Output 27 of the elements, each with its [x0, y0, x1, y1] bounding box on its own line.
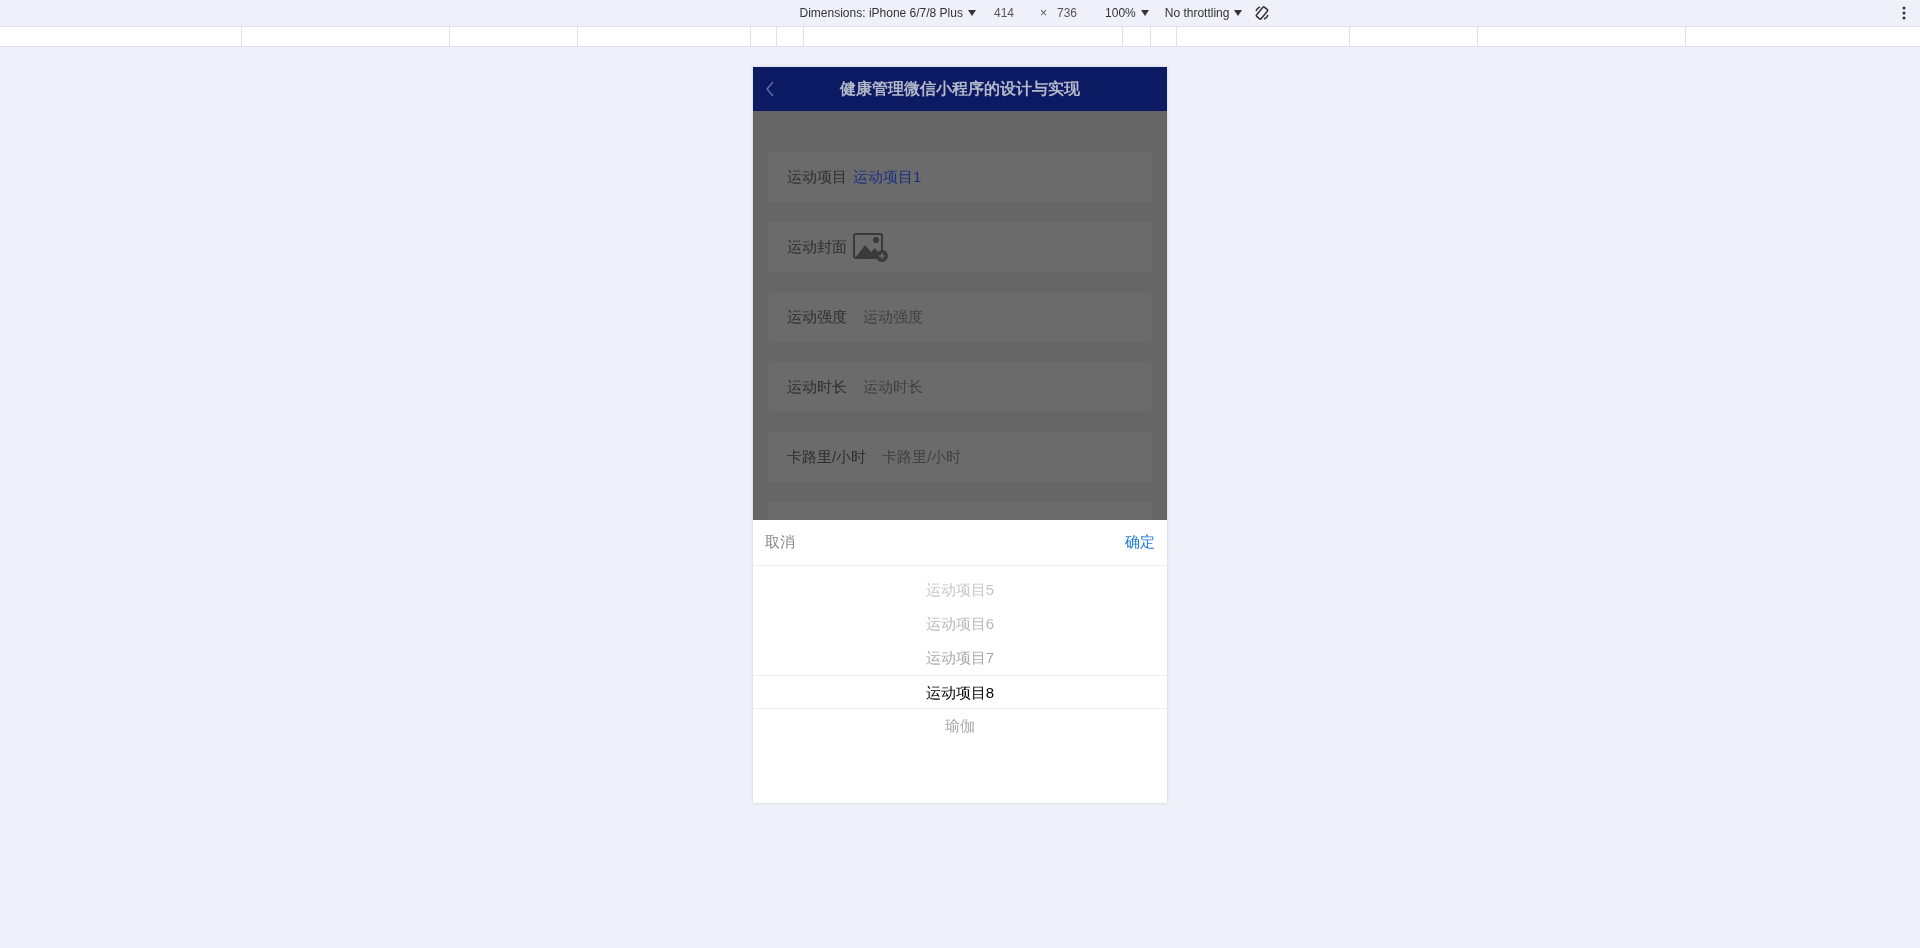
rotate-icon[interactable] [1254, 5, 1271, 21]
field-label: 卡路里/小时 [787, 447, 867, 467]
caret-icon [1234, 10, 1243, 16]
field-label: 运动时长 [787, 377, 847, 397]
field-label: 运动封面 [787, 237, 847, 257]
device-dropdown[interactable]: Dimensions: iPhone 6/7/8 Plus [799, 6, 976, 20]
height-field[interactable]: 736 [1057, 6, 1078, 20]
picker-option[interactable]: 运动项目6 [753, 607, 1167, 641]
throttling-dropdown[interactable]: No throttling [1164, 6, 1243, 20]
picker-option[interactable]: 运动项目7 [753, 641, 1167, 675]
field-label: 运动强度 [787, 307, 847, 327]
form-row-card[interactable]: 运动项目 运动项目1 [768, 152, 1152, 202]
caret-icon [967, 10, 976, 16]
caret-icon [1140, 10, 1149, 16]
width-field[interactable]: 414 [993, 6, 1014, 20]
page-title: 健康管理微信小程序的设计与实现 [840, 78, 1080, 99]
field-label: 运动项目 [787, 167, 847, 187]
form-row-card[interactable]: 运动封面 [768, 222, 1152, 272]
back-icon[interactable] [765, 81, 775, 97]
picker-value[interactable]: 运动项目1 [853, 167, 922, 187]
times-sign: × [1040, 6, 1047, 20]
more-icon[interactable] [1902, 6, 1906, 20]
confirm-button[interactable]: 确定 [1125, 533, 1155, 552]
picker-option[interactable]: 瑜伽 [753, 709, 1167, 743]
zoom-dropdown[interactable]: 100% [1105, 6, 1149, 20]
cancel-button[interactable]: 取消 [765, 533, 795, 552]
picker-option[interactable]: 运动项目8 [753, 675, 1167, 709]
